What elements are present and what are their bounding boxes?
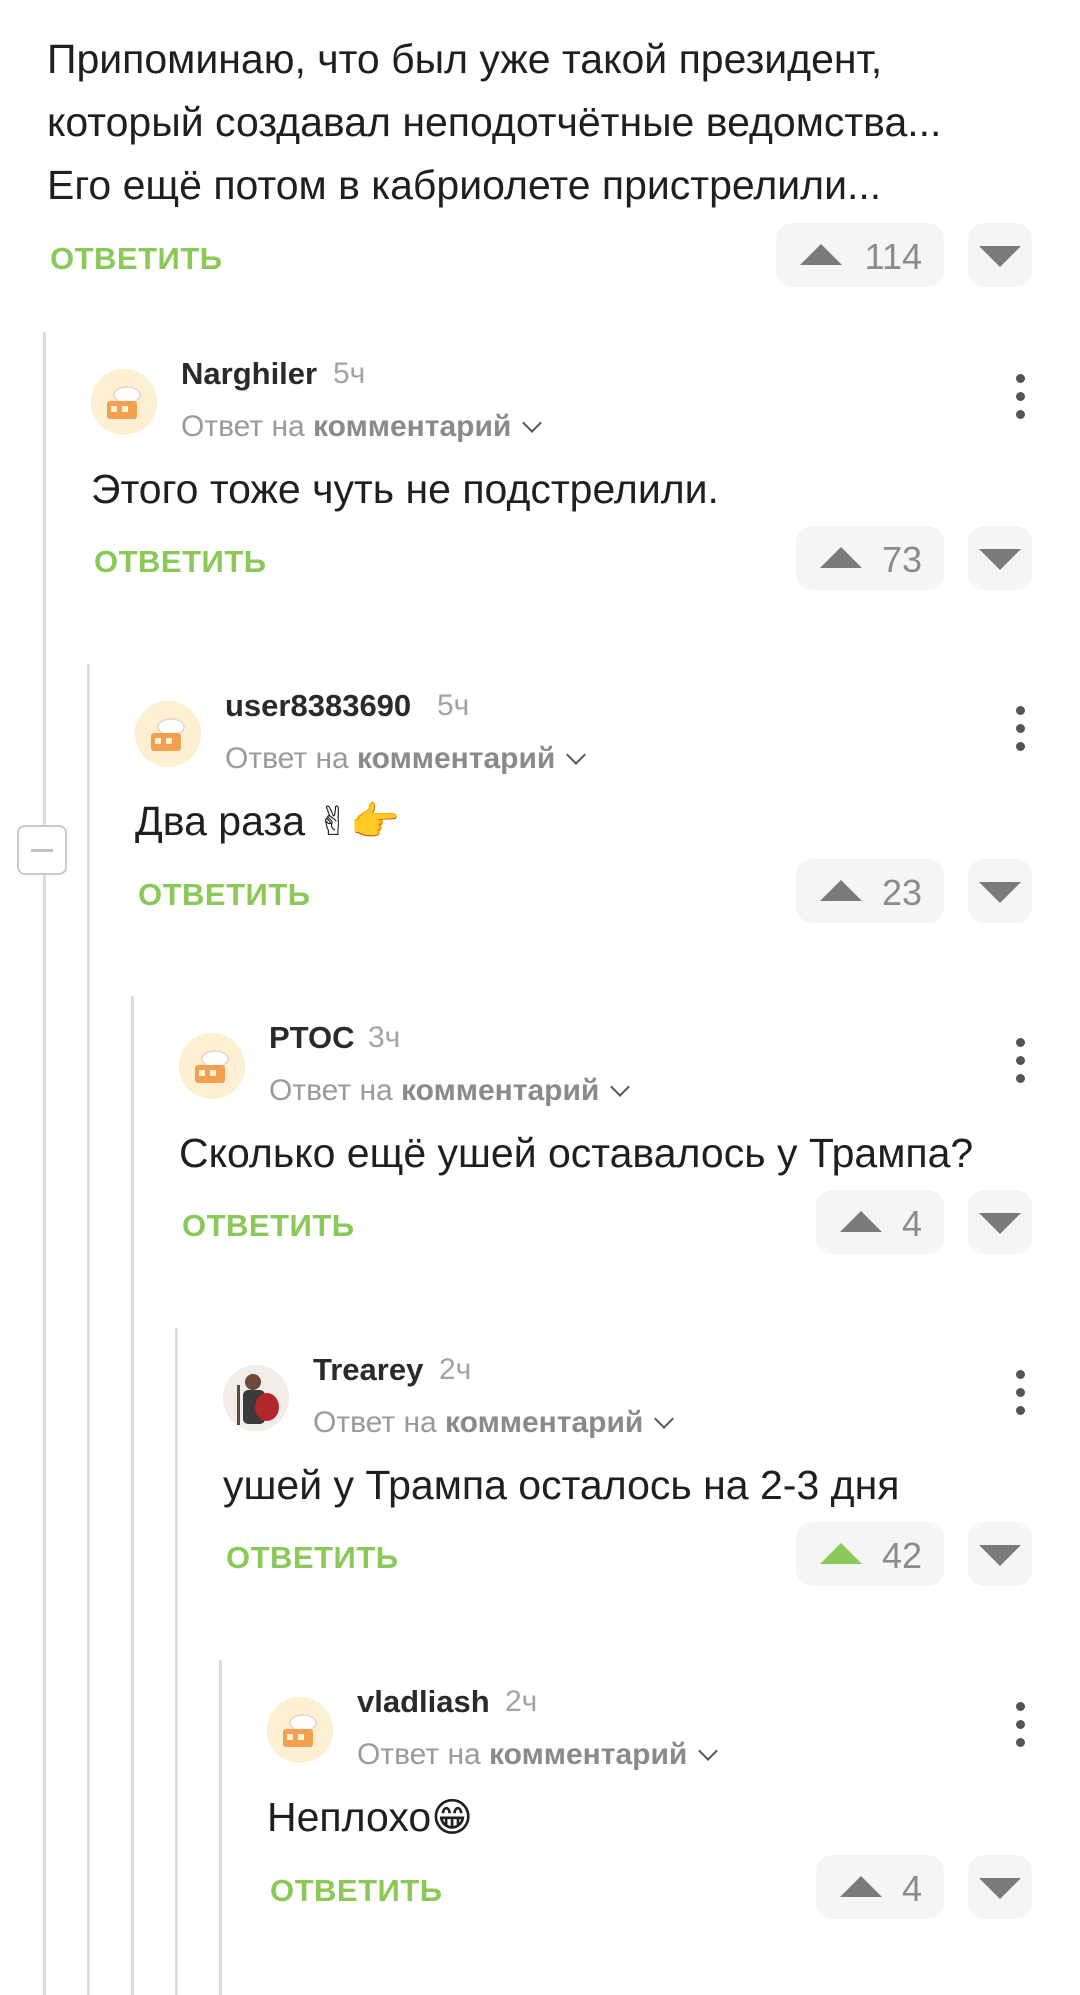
downvote-button[interactable] <box>968 1522 1032 1586</box>
reply-button[interactable]: ОТВЕТИТЬ <box>94 544 267 580</box>
reply-button[interactable]: ОТВЕТИТЬ <box>182 1208 355 1244</box>
comment-text: ушей у Трампа осталось на 2-3 дня <box>223 1462 900 1508</box>
chef-avatar-icon[interactable] <box>135 701 201 767</box>
upvote-button[interactable]: 4 <box>816 1855 944 1919</box>
thread-line-5 <box>219 1660 222 1995</box>
downvote-button[interactable] <box>968 526 1032 590</box>
downvote-icon <box>979 1878 1021 1899</box>
downvote-icon <box>979 549 1021 570</box>
comment-narghiler: Narghiler 5ч Ответ на комментарий Этого … <box>91 332 1032 596</box>
upvote-button[interactable]: 23 <box>796 859 944 923</box>
vote-count: 23 <box>881 872 922 913</box>
comment-user8383690: user8383690 5ч Ответ на комментарий Два … <box>135 664 1032 929</box>
reply-to-link[interactable]: Ответ на комментарий <box>181 410 543 444</box>
downvote-button[interactable] <box>968 1855 1032 1919</box>
comment-text: Этого тоже чуть не подстрелили. <box>91 466 719 512</box>
vote-count: 42 <box>881 1535 922 1576</box>
upvote-icon <box>840 1211 882 1232</box>
chevron-down-icon <box>566 745 587 765</box>
downvote-button[interactable] <box>968 859 1032 923</box>
comment-text: Неплохо😁 <box>267 1794 473 1841</box>
timestamp: 5ч <box>333 357 366 390</box>
thread-line-4 <box>175 1328 178 1995</box>
emoji: ✌👉 <box>316 799 400 845</box>
reply-button[interactable]: ОТВЕТИТЬ <box>138 877 311 913</box>
downvote-icon <box>979 882 1021 903</box>
comment-vladliash: vladliash 2ч Ответ на комментарий Неплох… <box>267 1660 1032 1925</box>
downvote-button[interactable] <box>968 223 1032 287</box>
more-options-icon[interactable] <box>1008 1038 1032 1084</box>
root-comment-line-1: Припоминаю, что был уже такой президент, <box>47 36 883 82</box>
upvote-icon <box>820 1543 862 1564</box>
timestamp: 2ч <box>505 1685 538 1718</box>
downvote-button[interactable] <box>968 1190 1032 1254</box>
username[interactable]: user8383690 <box>225 688 411 724</box>
downvote-icon <box>979 1545 1021 1566</box>
reply-button[interactable]: ОТВЕТИТЬ <box>50 241 223 277</box>
upvote-icon <box>820 880 862 901</box>
chevron-down-icon <box>698 1741 719 1761</box>
timestamp: 3ч <box>368 1021 401 1054</box>
thread-line-3 <box>131 996 134 1995</box>
timestamp: 5ч <box>437 689 470 722</box>
comment-ptoc: PTOC 3ч Ответ на комментарий Сколько ещё… <box>179 996 1032 1260</box>
more-options-icon[interactable] <box>1008 374 1032 420</box>
root-comment: Припоминаю, что был уже такой президент,… <box>47 28 1032 293</box>
comment-text: Сколько ещё ушей оставалось у Трампа? <box>179 1130 974 1176</box>
comment-text: Два раза ✌👉 <box>135 798 400 845</box>
upvote-icon <box>840 1876 882 1897</box>
more-options-icon[interactable] <box>1008 1702 1032 1748</box>
username[interactable]: vladliash <box>357 1684 490 1720</box>
reply-button[interactable]: ОТВЕТИТЬ <box>226 1540 399 1576</box>
chef-avatar-icon[interactable] <box>179 1033 245 1099</box>
chevron-down-icon <box>654 1409 675 1429</box>
vote-count: 114 <box>864 236 922 277</box>
collapse-thread-button[interactable] <box>17 825 67 875</box>
vote-count: 4 <box>901 1203 922 1244</box>
downvote-icon <box>979 246 1021 267</box>
root-comment-line-3: Его ещё потом в кабриолете пристрелили..… <box>47 162 882 208</box>
vote-count: 4 <box>901 1868 922 1909</box>
comment-trearey: Trearey 2ч Ответ на комментарий ушей у Т… <box>223 1328 1032 1592</box>
reply-to-link[interactable]: Ответ на комментарий <box>269 1074 631 1108</box>
emoji: 😁 <box>431 1795 473 1841</box>
root-comment-line-2: который создавал неподотчётные ведомства… <box>47 99 942 145</box>
username[interactable]: Narghiler <box>181 356 317 392</box>
chef-avatar-icon[interactable] <box>267 1697 333 1763</box>
upvote-button[interactable]: 42 <box>796 1522 944 1586</box>
upvote-icon <box>820 547 862 568</box>
upvote-icon <box>800 244 842 265</box>
more-options-icon[interactable] <box>1008 706 1032 752</box>
chef-avatar-icon[interactable] <box>91 369 157 435</box>
downvote-icon <box>979 1213 1021 1234</box>
reply-to-link[interactable]: Ответ на комментарий <box>225 742 587 776</box>
upvote-button[interactable]: 114 <box>776 223 944 287</box>
reply-to-link[interactable]: Ответ на комментарий <box>313 1406 675 1440</box>
chevron-down-icon <box>522 413 543 433</box>
warrior-avatar-icon[interactable] <box>223 1365 289 1431</box>
thread-line-2 <box>87 664 90 1995</box>
chevron-down-icon <box>610 1077 631 1097</box>
vote-count: 73 <box>881 539 922 580</box>
username[interactable]: PTOC <box>269 1020 355 1056</box>
reply-button[interactable]: ОТВЕТИТЬ <box>270 1873 443 1909</box>
more-options-icon[interactable] <box>1008 1370 1032 1416</box>
timestamp: 2ч <box>439 1353 472 1386</box>
username[interactable]: Trearey <box>313 1352 423 1388</box>
upvote-button[interactable]: 73 <box>796 526 944 590</box>
reply-to-link[interactable]: Ответ на комментарий <box>357 1738 719 1772</box>
upvote-button[interactable]: 4 <box>816 1190 944 1254</box>
thread-line-1 <box>43 332 46 1995</box>
